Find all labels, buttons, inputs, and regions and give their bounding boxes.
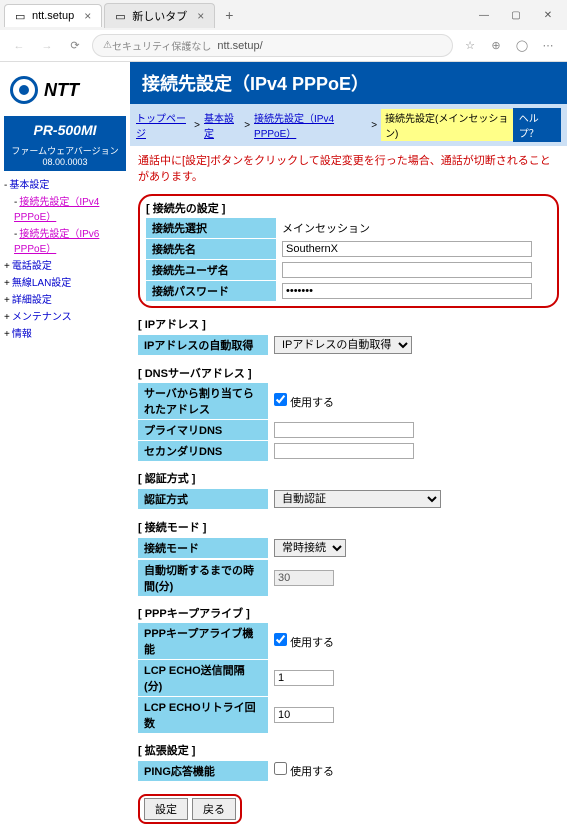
mode-title: [ 接続モード ] [138,519,559,535]
dns-title: [ DNSサーバアドレス ] [138,365,559,381]
ping-check[interactable] [274,762,287,775]
ext-section: [ 拡張設定 ] PING応答機能 使用する [130,738,567,786]
bc-ipv4[interactable]: 接続先設定（IPv4 PPPoE） [254,110,367,140]
auth-mode-label: 認証方式 [138,489,268,509]
nav-wlan[interactable]: 無線LAN設定 [4,273,126,290]
conn-pass-input[interactable] [282,283,532,299]
logo-text: NTT [44,80,79,101]
auth-section: [ 認証方式 ] 認証方式自動認証 [130,466,567,515]
lcp-retry-input[interactable] [274,707,334,723]
page-icon: ▭ [15,10,27,22]
conn-user-input[interactable] [282,262,532,278]
back-button-form[interactable]: 戻る [192,798,236,820]
submit-button[interactable]: 設定 [144,798,188,820]
ip-auto-label: IPアドレスの自動取得 [138,335,268,355]
conn-name-label: 接続先名 [146,239,276,259]
mode-section: [ 接続モード ] 接続モード常時接続 自動切断するまでの時間(分) [130,515,567,601]
tab-1[interactable]: ▭ ntt.setup × [4,4,102,27]
button-highlight: 設定 戻る [138,794,242,824]
profile-button[interactable]: ◯ [511,35,533,57]
conn-sel-label: 接続先選択 [146,218,276,238]
nav-ipv4[interactable]: 接続先設定（IPv4 PPPoE） [4,192,126,224]
conn-name-input[interactable] [282,241,532,257]
dns-auto-label: サーバから割り当てられたアドレス [138,383,268,419]
dns-pri-input[interactable] [274,422,414,438]
idle-label: 自動切断するまでの時間(分) [138,560,268,596]
close-window-button[interactable]: ✕ [533,4,563,26]
ping-label: PING応答機能 [138,761,268,781]
nav-basic[interactable]: 基本設定 [4,175,126,192]
mode-label: 接続モード [138,538,268,558]
menu-button[interactable]: ⋯ [537,35,559,57]
idle-input[interactable] [274,570,334,586]
reload-button[interactable]: ⟳ [64,35,86,57]
ext-title: [ 拡張設定 ] [138,742,559,758]
url-box[interactable]: ⚠ セキュリティ保護なし ntt.setup/ [92,34,453,57]
tab-strip: ▭ ntt.setup × ▭ 新しいタブ × + — ▢ ✕ [0,0,567,30]
dns-section: [ DNSサーバアドレス ] サーバから割り当てられたアドレス 使用する プライ… [130,361,567,466]
page: NTT PR-500MI ファームウェアバージョン 08.00.0003 基本設… [0,62,567,832]
lcp-int-label: LCP ECHO送信間隔(分) [138,660,268,696]
close-icon[interactable]: × [197,9,204,23]
logo-icon [10,76,38,104]
dns-sec-label: セカンダリDNS [138,441,268,461]
tab-2-label: 新しいタブ [132,8,187,24]
breadcrumb: トップページ> 基本設定> 接続先設定（IPv4 PPPoE）> 接続先設定(メ… [130,104,567,146]
firmware-label: ファームウェアバージョン 08.00.0003 [4,144,126,171]
page-title: 接続先設定（IPv4 PPPoE） [130,62,567,104]
conn-pass-label: 接続パスワード [146,281,276,301]
back-button[interactable]: ← [8,35,30,57]
auth-mode-select[interactable]: 自動認証 [274,490,441,508]
keep-check[interactable] [274,633,287,646]
bc-current: 接続先設定(メインセッション) [381,109,513,141]
keep-label: PPPキープアライブ機能 [138,623,268,659]
favorite-button[interactable]: ☆ [459,35,481,57]
lcp-retry-label: LCP ECHOリトライ回数 [138,697,268,733]
tab-1-label: ntt.setup [32,10,74,22]
dns-sec-input[interactable] [274,443,414,459]
button-row: 設定 戻る [130,786,567,832]
dns-auto-check[interactable] [274,393,287,406]
conn-user-label: 接続先ユーザ名 [146,260,276,280]
nav-maint[interactable]: メンテナンス [4,307,126,324]
auth-title: [ 認証方式 ] [138,470,559,486]
address-bar: ← → ⟳ ⚠ セキュリティ保護なし ntt.setup/ ☆ ⊕ ◯ ⋯ [0,30,567,61]
maximize-button[interactable]: ▢ [501,4,531,26]
dns-pri-label: プライマリDNS [138,420,268,440]
nav-phone[interactable]: 電話設定 [4,256,126,273]
nav-tree: 基本設定 接続先設定（IPv4 PPPoE） 接続先設定（IPv6 PPPoE）… [4,171,126,341]
page-icon: ▭ [115,10,127,22]
nav-detail[interactable]: 詳細設定 [4,290,126,307]
connection-settings-highlight: [ 接続先の設定 ] 接続先選択メインセッション 接続先名 接続先ユーザ名 接続… [138,194,559,308]
bc-top[interactable]: トップページ [136,110,190,140]
security-warning: ⚠ セキュリティ保護なし [103,38,211,53]
ip-title: [ IPアドレス ] [138,316,559,332]
collections-button[interactable]: ⊕ [485,35,507,57]
conn-sel-value: メインセッション [276,218,551,238]
mode-select[interactable]: 常時接続 [274,539,346,557]
nav-info[interactable]: 情報 [4,324,126,341]
help-button[interactable]: ヘルプ？ [513,108,561,142]
minimize-button[interactable]: — [469,4,499,26]
warning-text: 通話中に[設定]ボタンをクリックして設定変更を行った場合、通話が切断されることが… [130,146,567,190]
model-label: PR-500MI [4,116,126,144]
lcp-int-input[interactable] [274,670,334,686]
nav-ipv6[interactable]: 接続先設定（IPv6 PPPoE） [4,224,126,256]
forward-button[interactable]: → [36,35,58,57]
url-text: ntt.setup/ [217,40,262,52]
main-content: 接続先設定（IPv4 PPPoE） トップページ> 基本設定> 接続先設定（IP… [130,62,567,832]
keepalive-section: [ PPPキープアライブ ] PPPキープアライブ機能 使用する LCP ECH… [130,601,567,738]
logo: NTT [4,70,126,110]
ip-auto-select[interactable]: IPアドレスの自動取得 [274,336,412,354]
bc-basic[interactable]: 基本設定 [204,110,240,140]
new-tab-button[interactable]: + [217,3,241,27]
conn-title: [ 接続先の設定 ] [146,200,551,216]
sidebar: NTT PR-500MI ファームウェアバージョン 08.00.0003 基本設… [0,62,130,832]
close-icon[interactable]: × [84,9,91,23]
browser-chrome: ▭ ntt.setup × ▭ 新しいタブ × + — ▢ ✕ ← → ⟳ ⚠ … [0,0,567,62]
tab-2[interactable]: ▭ 新しいタブ × [104,3,215,28]
ip-section: [ IPアドレス ] IPアドレスの自動取得 IPアドレスの自動取得 [130,312,567,361]
